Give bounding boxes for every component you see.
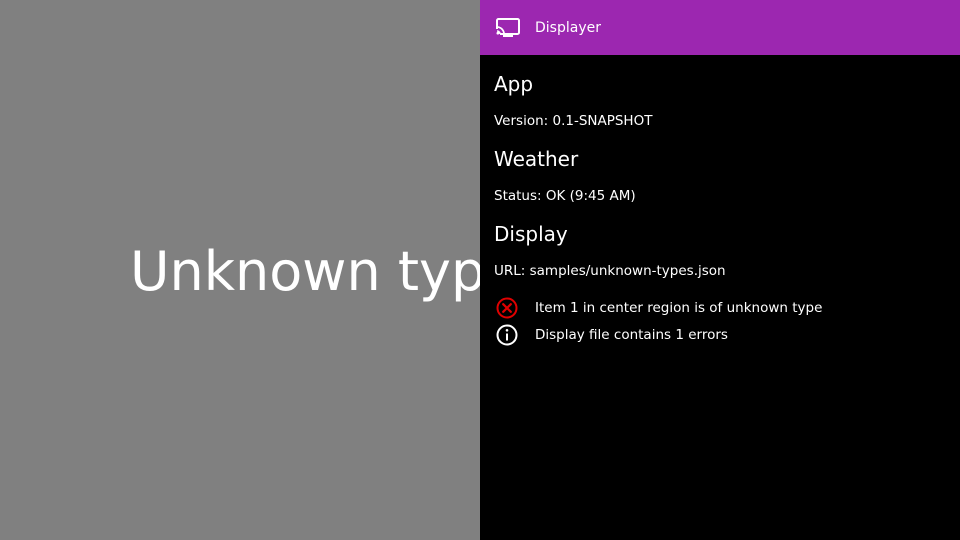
app-version: Version: 0.1-SNAPSHOT <box>494 113 653 129</box>
section-heading-weather: Weather <box>494 147 579 171</box>
message-text: Display file contains 1 errors <box>535 327 728 343</box>
section-heading-display: Display <box>494 222 568 246</box>
section-heading-app: App <box>494 72 534 96</box>
cast-icon <box>494 17 522 39</box>
unknown-type-placeholder: Unknown type <box>130 240 519 303</box>
weather-status: Status: OK (9:45 AM) <box>494 188 636 204</box>
info-icon <box>494 323 520 347</box>
app-title: Displayer <box>535 19 601 36</box>
message-item-error: Item 1 in center region is of unknown ty… <box>494 296 822 320</box>
displayer-panel: Displayer App Version: 0.1-SNAPSHOT Weat… <box>480 0 960 540</box>
panel-header: Displayer <box>480 0 960 55</box>
message-item-info: Display file contains 1 errors <box>494 323 728 347</box>
error-icon <box>494 296 520 320</box>
message-text: Item 1 in center region is of unknown ty… <box>535 300 823 316</box>
display-url: URL: samples/unknown-types.json <box>494 263 726 279</box>
